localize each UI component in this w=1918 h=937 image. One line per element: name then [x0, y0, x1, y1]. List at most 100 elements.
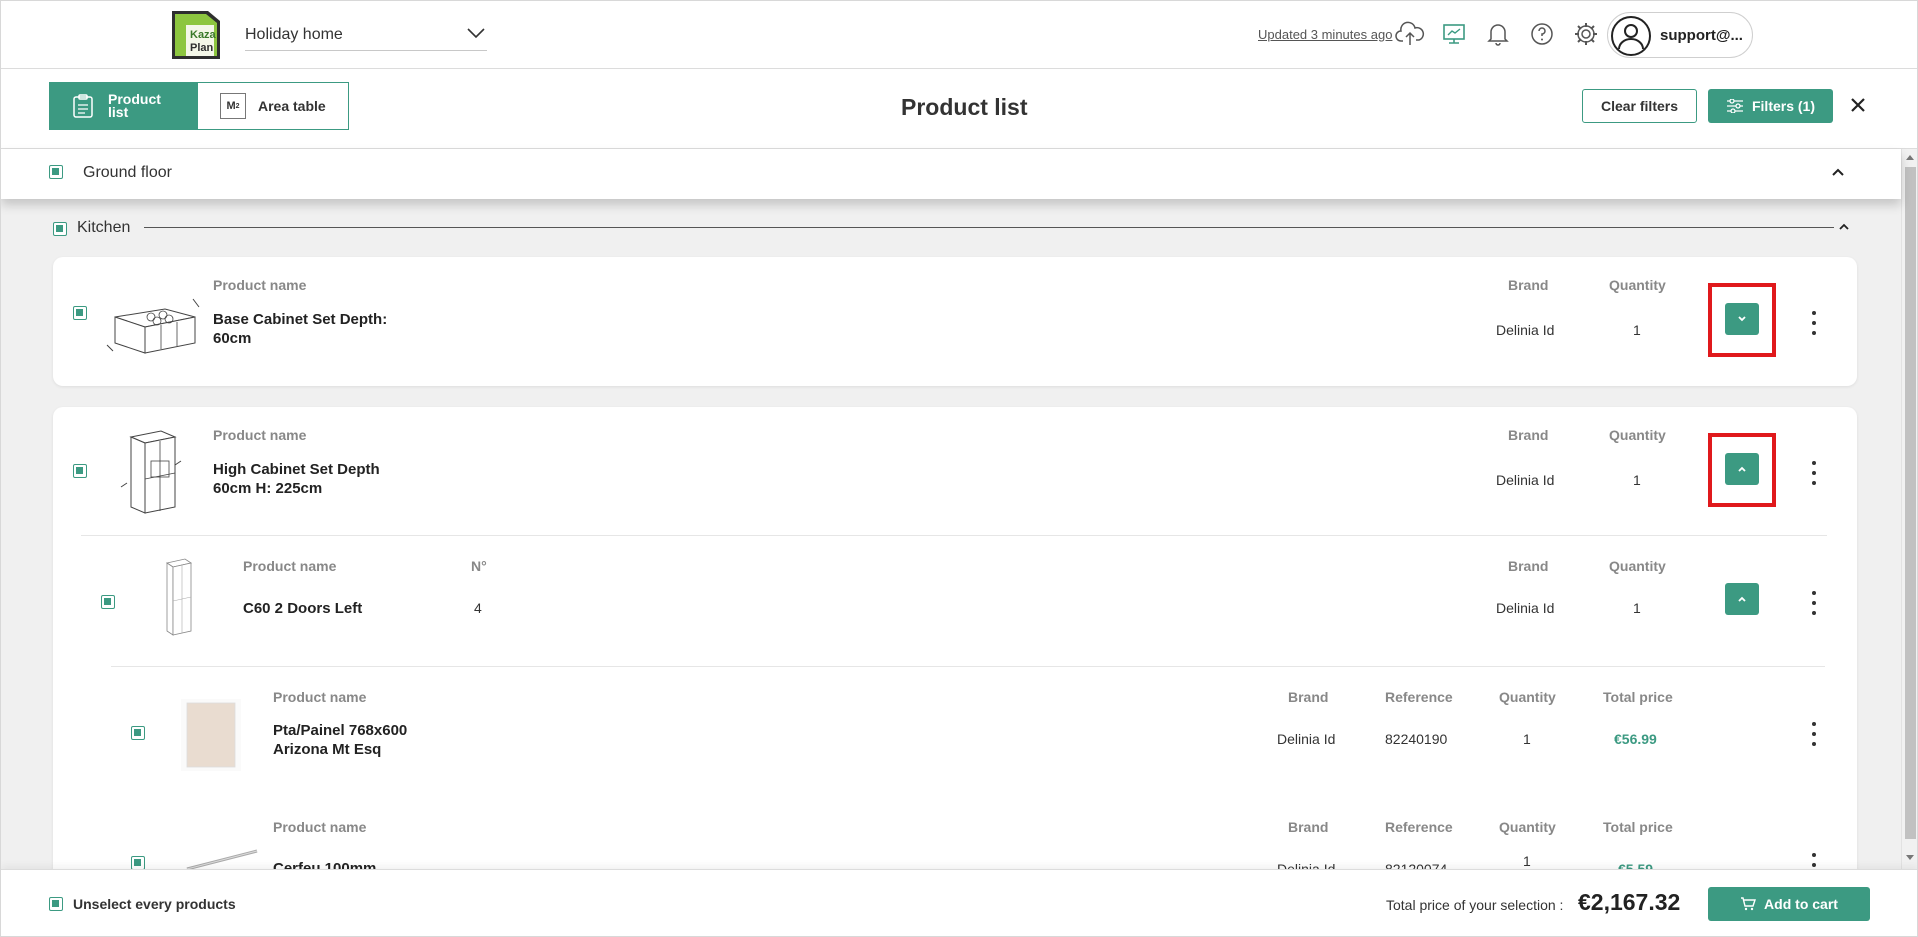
- scroll-up-arrow[interactable]: [1906, 155, 1914, 160]
- floor-checkbox[interactable]: [49, 165, 63, 179]
- project-name: Holiday home: [245, 26, 343, 43]
- product-name: High Cabinet Set Depth 60cm H: 225cm: [213, 461, 380, 497]
- reference-header: Reference: [1385, 689, 1453, 705]
- product-name: C60 2 Doors Left: [243, 600, 363, 617]
- total-price-value: €2,167.32: [1578, 889, 1681, 915]
- kebab-menu-icon[interactable]: [1810, 311, 1818, 335]
- quantity-header: Quantity: [1609, 277, 1666, 293]
- quantity-value: 1: [1633, 600, 1641, 616]
- brand-header: Brand: [1508, 427, 1549, 443]
- product-checkbox[interactable]: [131, 726, 145, 740]
- product-name-header: Product name: [243, 558, 337, 574]
- reference-value: 82240190: [1385, 731, 1448, 747]
- room-divider: [144, 227, 1834, 228]
- total-price-value: €56.99: [1614, 731, 1657, 747]
- product-checkbox[interactable]: [73, 306, 87, 320]
- brand-header: Brand: [1288, 689, 1329, 705]
- kebab-menu-icon[interactable]: [1810, 591, 1818, 615]
- brand-value: Delinia Id: [1496, 322, 1555, 338]
- bell-icon[interactable]: [1483, 19, 1513, 49]
- number-value: 4: [474, 600, 482, 616]
- filters-button[interactable]: Filters (1): [1708, 89, 1833, 123]
- close-icon[interactable]: [1846, 93, 1870, 117]
- room-label: Kitchen: [77, 219, 131, 236]
- kebab-menu-icon[interactable]: [1810, 461, 1818, 485]
- product-checkbox[interactable]: [101, 595, 115, 609]
- unselect-all-label[interactable]: Unselect every products: [73, 896, 236, 912]
- reference-value: 82120074: [1385, 861, 1448, 869]
- page-title: Product list: [901, 94, 1028, 120]
- filter-icon: [1726, 99, 1743, 113]
- room-checkbox[interactable]: [53, 222, 67, 236]
- chevron-up-icon[interactable]: [1829, 163, 1847, 186]
- kazaplan-logo[interactable]: Kaza Plan: [168, 7, 226, 63]
- view-tabs: Product list M2 Area table: [49, 82, 349, 130]
- gear-icon[interactable]: [1571, 19, 1601, 49]
- updated-link[interactable]: Updated 3 minutes ago: [1258, 27, 1392, 42]
- brand-value: Delinia Id: [1496, 600, 1555, 616]
- product-name-header: Product name: [273, 819, 367, 835]
- cart-icon: [1741, 897, 1757, 911]
- clear-filters-button[interactable]: Clear filters: [1582, 89, 1697, 123]
- tab-area-table-label: Area table: [258, 98, 326, 114]
- collapse-button[interactable]: [1725, 453, 1759, 485]
- scroll-down-arrow[interactable]: [1906, 855, 1914, 860]
- chevron-up-icon[interactable]: [1836, 218, 1852, 239]
- help-icon[interactable]: [1527, 19, 1557, 49]
- product-checkbox[interactable]: [73, 464, 87, 478]
- chevron-up-icon: [1738, 596, 1746, 602]
- project-selector[interactable]: Holiday home: [245, 19, 487, 51]
- tab-area-table[interactable]: M2 Area table: [198, 83, 348, 129]
- area-m2-icon: M2: [220, 93, 246, 119]
- total-price-value: €5.59: [1618, 861, 1654, 869]
- quantity-value: 1: [1633, 322, 1641, 338]
- chevron-down-icon: [1738, 316, 1746, 322]
- scrollbar[interactable]: [1901, 149, 1917, 869]
- quantity-header: Quantity: [1609, 558, 1666, 574]
- tab-product-list[interactable]: Product list: [50, 83, 198, 129]
- brand-header: Brand: [1508, 558, 1549, 574]
- collapse-button[interactable]: [1725, 583, 1759, 615]
- product-name-header: Product name: [213, 427, 307, 443]
- total-price-label: Total price of your selection :: [1386, 897, 1564, 913]
- product-name: Cerfeu 100mm: [273, 860, 377, 869]
- unselect-all-checkbox[interactable]: [49, 897, 63, 911]
- number-header: N°: [471, 558, 487, 574]
- monitor-icon[interactable]: [1439, 19, 1469, 49]
- filters-label: Filters (1): [1751, 98, 1815, 114]
- product-checkbox[interactable]: [131, 856, 145, 869]
- product-name: Base Cabinet Set Depth: 60cm: [213, 311, 388, 347]
- kebab-menu-icon[interactable]: [1810, 722, 1818, 746]
- total-price-header: Total price: [1603, 689, 1673, 705]
- quantity-header: Quantity: [1499, 689, 1556, 705]
- kebab-menu-icon[interactable]: [1810, 853, 1818, 869]
- product-name: Pta/Painel 768x600 Arizona Mt Esq: [273, 722, 408, 758]
- add-to-cart-label: Add to cart: [1764, 896, 1838, 912]
- brand-value: Delinia Id: [1277, 861, 1336, 869]
- top-header: Kaza Plan Holiday home Updated 3 minutes…: [1, 1, 1917, 69]
- quantity-value: 1: [1523, 853, 1531, 869]
- floor-section-header[interactable]: Ground floor: [1, 149, 1901, 199]
- user-name: support@...: [1660, 27, 1743, 44]
- floor-label: Ground floor: [83, 164, 172, 181]
- brand-header: Brand: [1508, 277, 1549, 293]
- product-name-header: Product name: [273, 689, 367, 705]
- row-divider: [81, 535, 1827, 536]
- cloud-upload-icon[interactable]: [1395, 19, 1425, 49]
- total-price-header: Total price: [1603, 819, 1673, 835]
- product-toolbar: Product list M2 Area table Product list …: [1, 69, 1917, 149]
- scroll-thumb[interactable]: [1905, 167, 1916, 839]
- expand-button[interactable]: [1725, 303, 1759, 335]
- user-avatar-icon: [1610, 15, 1652, 57]
- clipboard-icon: [72, 93, 94, 119]
- product-card-expanded: Product name High Cabinet Set Depth 60cm…: [53, 407, 1857, 869]
- brand-value: Delinia Id: [1496, 472, 1555, 488]
- user-menu[interactable]: support@...: [1607, 12, 1753, 58]
- chevron-up-icon: [1738, 466, 1746, 472]
- add-to-cart-button[interactable]: Add to cart: [1708, 887, 1870, 921]
- tab-product-list-label: Product list: [108, 91, 161, 120]
- svg-text:Plan: Plan: [190, 42, 214, 54]
- brand-value: Delinia Id: [1277, 731, 1336, 747]
- quantity-value: 1: [1633, 472, 1641, 488]
- c60-doors-image: [163, 557, 193, 642]
